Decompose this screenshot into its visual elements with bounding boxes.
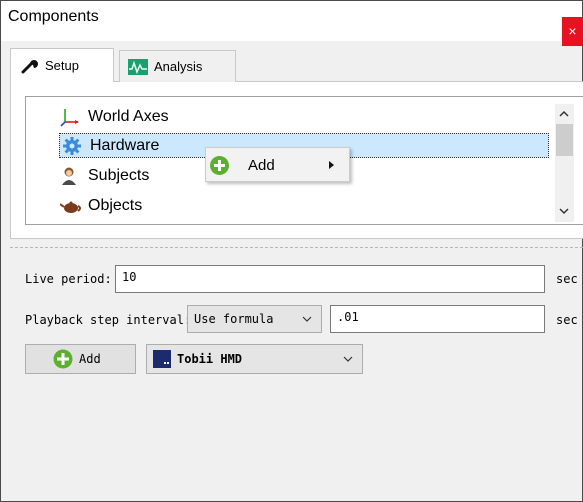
playback-step-label: Playback step interval: (25, 313, 192, 327)
add-button-label: Add (79, 352, 101, 366)
add-button[interactable]: Add (25, 344, 136, 374)
window-title: Components (8, 8, 99, 25)
live-period-unit: sec (556, 272, 578, 286)
waveform-icon (128, 58, 148, 75)
tree-item-label: World Axes (88, 108, 169, 125)
tree-item-label: Hardware (90, 136, 160, 154)
tab-analysis[interactable]: Analysis (119, 50, 236, 82)
wrench-icon (21, 58, 39, 74)
playback-step-unit: sec (556, 313, 578, 327)
playback-mode-value: Use formula (194, 312, 274, 326)
chevron-down-icon (301, 313, 313, 325)
device-select-value: Tobii HMD (177, 352, 243, 366)
playback-mode-select[interactable]: Use formula (187, 305, 322, 333)
live-period-label: Live period: (25, 272, 112, 286)
close-button[interactable]: × (562, 17, 583, 46)
plus-circle-icon (210, 155, 229, 175)
chevron-down-icon (342, 353, 354, 365)
live-period-input[interactable]: 10 (115, 265, 545, 293)
gear-icon (62, 136, 82, 156)
tab-setup-label: Setup (45, 58, 79, 73)
device-select[interactable]: Tobii HMD (146, 344, 363, 374)
plus-circle-icon (53, 349, 73, 369)
tree-item-objects[interactable]: Objects (59, 194, 143, 218)
tree-item-subjects[interactable]: Subjects (60, 164, 149, 188)
tab-analysis-label: Analysis (154, 59, 203, 74)
context-menu-item-add[interactable]: Add (210, 154, 346, 176)
scroll-thumb[interactable] (556, 124, 573, 156)
tree-item-label: Subjects (88, 167, 150, 184)
person-icon (60, 166, 80, 186)
tab-setup[interactable]: Setup (10, 48, 114, 82)
tree-item-world-axes[interactable]: World Axes (60, 105, 169, 129)
teapot-icon (59, 196, 81, 216)
submenu-arrow-icon (328, 159, 336, 173)
playback-step-input[interactable]: .01 (330, 305, 545, 333)
tobii-icon (153, 350, 171, 368)
tree-item-label: Objects (88, 197, 143, 214)
splitter[interactable] (10, 247, 583, 248)
axes-icon (60, 107, 80, 127)
context-menu-add-label: Add (248, 156, 275, 174)
scroll-up-icon[interactable] (557, 108, 571, 120)
scroll-down-icon[interactable] (557, 205, 571, 217)
